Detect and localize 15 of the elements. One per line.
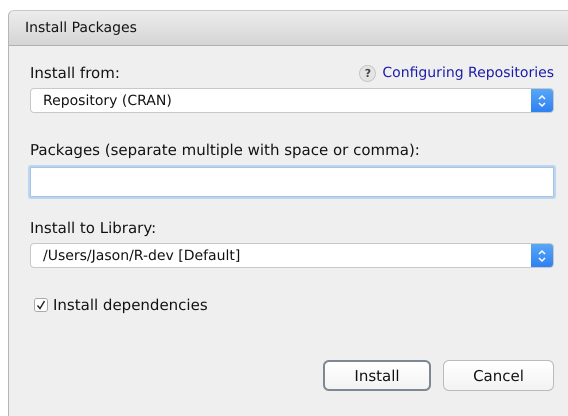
window-title: Install Packages (25, 20, 137, 36)
install-from-label: Install from: (30, 64, 120, 82)
help-icon[interactable]: ? (359, 64, 376, 82)
dependencies-checkbox[interactable] (34, 298, 48, 312)
cancel-button[interactable]: Cancel (443, 360, 554, 391)
stepper-arrows-icon (531, 244, 553, 267)
configuring-repositories-link[interactable]: Configuring Repositories (382, 65, 554, 81)
install-to-library-label: Install to Library: (30, 219, 158, 237)
library-dropdown[interactable]: /Users/Jason/R-dev [Default] (30, 243, 554, 268)
packages-input-field[interactable] (30, 167, 554, 197)
install-button[interactable]: Install (323, 360, 431, 391)
repository-dropdown[interactable]: Repository (CRAN) (30, 88, 554, 113)
stepper-arrows-icon (531, 89, 553, 112)
dependencies-label: Install dependencies (53, 296, 208, 314)
packages-label: Packages (separate multiple with space or comma): (30, 141, 421, 159)
